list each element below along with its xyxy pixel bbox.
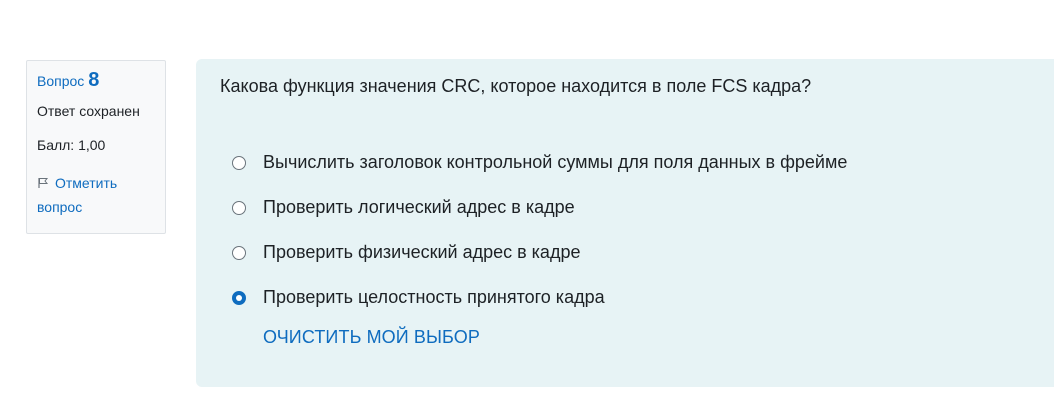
answer-option[interactable]: Проверить логический адрес в кадре (232, 185, 847, 230)
radio-button[interactable] (232, 200, 246, 215)
answer-option[interactable]: Проверить физический адрес в кадре (232, 230, 847, 275)
answer-option-label: Проверить физический адрес в кадре (263, 242, 581, 262)
answer-option[interactable]: Вычислить заголовок контрольной суммы дл… (232, 140, 847, 185)
question-label: Вопрос (37, 73, 85, 89)
question-text: Какова функция значения CRC, которое нах… (220, 76, 812, 96)
clear-choice-link[interactable]: ОЧИСТИТЬ МОЙ ВЫБОР (263, 327, 480, 348)
flag-question-link[interactable]: Отметить вопрос (37, 171, 155, 219)
question-info-panel: Вопрос 8 Ответ сохранен Балл: 1,00 Отмет… (26, 60, 166, 234)
answer-option-label: Проверить целостность принятого кадра (263, 287, 605, 307)
flag-question-label: Отметить вопрос (37, 175, 118, 215)
flag-icon (38, 178, 49, 188)
answer-options: Вычислить заголовок контрольной суммы дл… (232, 140, 847, 320)
radio-button[interactable] (232, 245, 246, 260)
question-content: Какова функция значения CRC, которое нах… (196, 59, 1054, 387)
answer-option-label: Вычислить заголовок контрольной суммы дл… (263, 152, 848, 172)
question-number: 8 (88, 69, 100, 91)
question-number-line: Вопрос 8 (37, 69, 155, 97)
answer-option[interactable]: Проверить целостность принятого кадра (232, 275, 847, 320)
answer-option-label: Проверить логический адрес в кадре (263, 197, 575, 217)
question-state: Ответ сохранен (37, 103, 140, 119)
radio-button[interactable] (232, 290, 246, 305)
question-grade: Балл: 1,00 (37, 137, 106, 153)
radio-button[interactable] (232, 155, 246, 170)
